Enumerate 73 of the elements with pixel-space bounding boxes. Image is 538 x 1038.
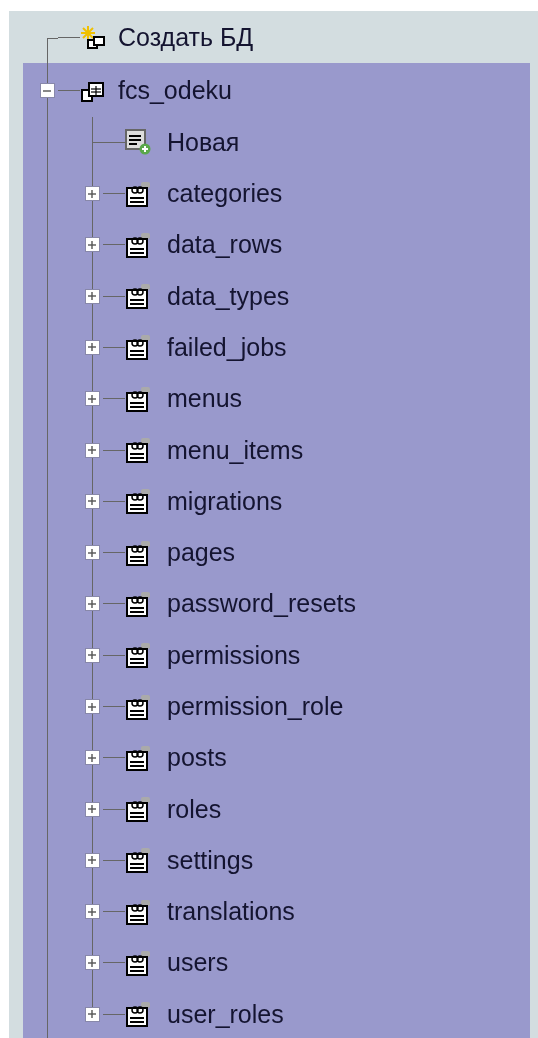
table-icon bbox=[125, 180, 151, 207]
tree-item-label[interactable]: users bbox=[167, 948, 229, 978]
sparkle-database-icon bbox=[80, 24, 106, 51]
plus-icon bbox=[87, 188, 97, 199]
expand-toggle[interactable] bbox=[84, 647, 100, 663]
tree-item-label[interactable]: menus bbox=[167, 384, 243, 414]
table-icon bbox=[125, 642, 151, 669]
expand-toggle[interactable] bbox=[84, 699, 100, 714]
table-icon bbox=[125, 590, 151, 617]
table-icon bbox=[125, 539, 151, 566]
tree-item-label[interactable]: Создать БД bbox=[118, 23, 254, 53]
expand-toggle[interactable] bbox=[84, 442, 100, 458]
expand-toggle[interactable] bbox=[84, 904, 100, 920]
tree-item-label[interactable]: permissions bbox=[167, 640, 301, 670]
table-icon bbox=[125, 385, 151, 412]
plus-icon bbox=[87, 393, 97, 404]
tree-item-label[interactable]: permission_role bbox=[167, 692, 344, 721]
expand-toggle[interactable] bbox=[84, 339, 100, 355]
plus-icon bbox=[87, 906, 97, 917]
table-icon bbox=[125, 283, 151, 310]
plus-icon bbox=[87, 804, 97, 815]
plus-icon bbox=[87, 650, 97, 661]
tree-item-label[interactable]: migrations bbox=[167, 486, 283, 516]
table-icon bbox=[125, 950, 151, 976]
plus-icon bbox=[87, 598, 97, 609]
expand-toggle[interactable] bbox=[84, 391, 100, 407]
tree-item-label[interactable]: categories bbox=[167, 179, 283, 209]
tree-item-label[interactable]: settings bbox=[167, 845, 254, 875]
table-icon bbox=[125, 898, 151, 925]
expand-toggle[interactable] bbox=[84, 186, 100, 202]
expand-toggle[interactable] bbox=[84, 237, 100, 253]
expand-toggle[interactable] bbox=[84, 750, 100, 766]
tree-item-label[interactable]: user_roles bbox=[167, 999, 284, 1029]
tree-item-label[interactable]: data_rows bbox=[167, 230, 283, 260]
expand-toggle[interactable] bbox=[84, 288, 100, 304]
tree-item-label[interactable]: fcs_odeku bbox=[118, 76, 232, 106]
tree-item-label[interactable]: translations bbox=[167, 897, 295, 927]
table-icon bbox=[125, 796, 151, 823]
tree-item-label[interactable]: menu_items bbox=[167, 435, 304, 465]
plus-icon bbox=[87, 752, 97, 763]
expand-toggle[interactable] bbox=[84, 1006, 100, 1022]
tree-item-label[interactable]: roles bbox=[167, 794, 222, 824]
expand-toggle[interactable] bbox=[84, 596, 100, 612]
tree-item-label[interactable]: pages bbox=[167, 538, 236, 568]
table-icon bbox=[125, 744, 151, 771]
tree-item-label[interactable]: password_resets bbox=[167, 589, 356, 619]
table-icon bbox=[125, 231, 151, 258]
tree-item-label[interactable]: data_types bbox=[167, 281, 290, 311]
plus-icon bbox=[87, 958, 97, 968]
plus-icon bbox=[87, 496, 97, 507]
expand-toggle[interactable] bbox=[84, 852, 100, 868]
plus-icon bbox=[87, 291, 97, 302]
tree-item-label[interactable]: posts bbox=[167, 743, 227, 773]
tree-item-label[interactable]: Новая bbox=[167, 127, 240, 157]
plus-icon bbox=[87, 701, 97, 712]
table-icon bbox=[125, 437, 151, 463]
plus-icon bbox=[87, 445, 97, 455]
collapse-toggle[interactable] bbox=[39, 83, 55, 99]
expand-toggle[interactable] bbox=[84, 493, 100, 509]
tree-item-label[interactable]: failed_jobs bbox=[167, 332, 287, 362]
table-icon bbox=[125, 847, 151, 874]
expand-toggle[interactable] bbox=[84, 955, 100, 971]
plus-icon bbox=[87, 547, 97, 558]
plus-icon bbox=[87, 239, 97, 250]
table-icon bbox=[125, 1001, 151, 1028]
plus-icon bbox=[87, 342, 97, 353]
plus-icon bbox=[87, 855, 97, 866]
plus-icon bbox=[87, 1009, 97, 1020]
expand-toggle[interactable] bbox=[84, 545, 100, 561]
table-icon bbox=[125, 488, 151, 515]
expand-toggle[interactable] bbox=[84, 801, 100, 817]
table-icon bbox=[125, 693, 151, 720]
table-icon bbox=[125, 334, 151, 361]
